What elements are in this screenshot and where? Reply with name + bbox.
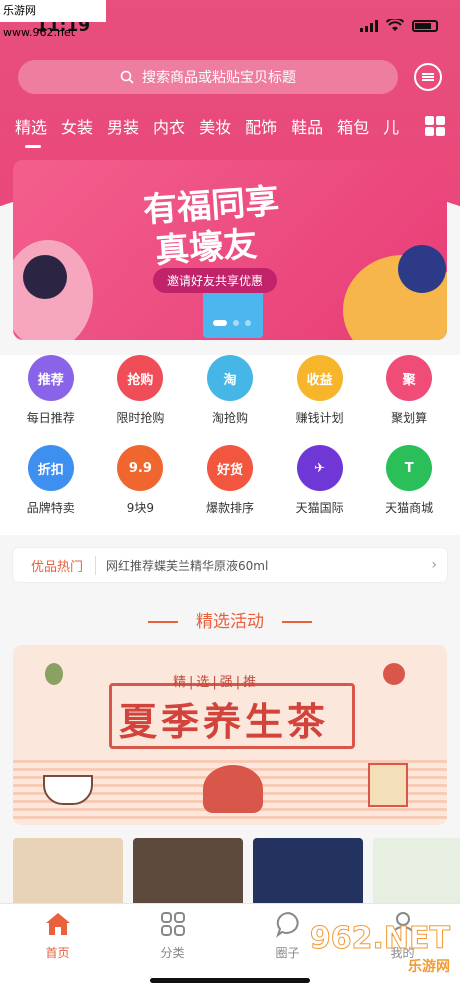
- shortcut-grid: 推荐 每日推荐 抢购 限时抢购淘淘抢购 收益 赚钱计划聚聚划算 折扣 品牌特卖 9.9 9块9 好…: [0, 355, 460, 535]
- search-icon: [120, 70, 134, 84]
- shortcut-label: 赚钱计划: [295, 411, 344, 425]
- product-thumbnail[interactable]: [253, 838, 363, 908]
- section-divider: [282, 621, 312, 623]
- chevron-right-icon: ›: [431, 557, 437, 573]
- site-watermark: 乐游网 www.962.net: [0, 0, 106, 39]
- status-icons: [360, 19, 438, 32]
- home-icon: [45, 913, 70, 935]
- category-tab[interactable]: 女装: [61, 114, 93, 138]
- message-icon: [422, 72, 434, 82]
- category-tabs: 精选 女装 男装 内衣 美妆 配饰 鞋品 箱包 儿: [15, 114, 413, 138]
- shortcut-icon: 聚: [386, 355, 433, 401]
- chat-bubble-icon: [275, 911, 299, 938]
- shortcut-icon: 收益: [296, 355, 343, 401]
- signal-icon: [360, 19, 378, 32]
- product-thumbnail[interactable]: [13, 838, 123, 908]
- tab-label: 首页: [45, 946, 70, 960]
- search-placeholder: 搜索商品或粘贴宝贝标题: [142, 70, 296, 86]
- teacup-icon: [43, 775, 93, 805]
- product-thumbnail[interactable]: [373, 838, 460, 908]
- category-icon: [160, 912, 185, 936]
- message-button[interactable]: [414, 63, 442, 91]
- category-tab[interactable]: 精选: [15, 114, 47, 138]
- shortcut-item[interactable]: 抢购 限时抢购: [100, 355, 180, 445]
- logo-text: 962.NET: [309, 921, 450, 957]
- category-tab[interactable]: 配饰: [245, 114, 277, 138]
- category-grid-icon[interactable]: [425, 116, 445, 136]
- tab-label: 圈子: [275, 946, 300, 960]
- hot-ticker[interactable]: 优品热门 网红推荐蝶芙兰精华原液60ml ›: [13, 548, 447, 582]
- teapot-icon: [203, 765, 263, 813]
- logo-subtext: 乐游网: [408, 959, 450, 975]
- shortcut-icon: 抢购: [117, 355, 164, 401]
- category-tab[interactable]: 儿: [383, 114, 399, 138]
- shortcut-label: 每日推荐: [26, 411, 75, 425]
- shortcut-item[interactable]: 推荐 每日推荐: [11, 355, 91, 445]
- tea-bag-icon: [368, 763, 408, 807]
- banner-title: 真壕友: [153, 224, 259, 272]
- category-tab[interactable]: 鞋品: [291, 114, 323, 138]
- shortcut-row: 折扣品牌特卖 9.9 9块9 好货爆款排序 ✈ 天猫国际 T 天猫商城: [0, 445, 460, 535]
- category-tab[interactable]: 男装: [107, 114, 139, 138]
- carousel-dots: [213, 320, 251, 326]
- tab-label: 分类: [160, 946, 185, 960]
- shortcut-label: 限时抢购: [116, 411, 165, 425]
- promo-banner[interactable]: 有福同享 真壕友 邀请好友共享优惠: [13, 160, 447, 340]
- shortcut-icon: 推荐: [27, 355, 74, 401]
- banner-pill: 邀请好友共享优惠: [153, 268, 278, 293]
- flower-icon: [383, 663, 405, 685]
- category-tab[interactable]: 箱包: [337, 114, 369, 138]
- shortcut-row: 推荐 每日推荐 抢购 限时抢购淘淘抢购 收益 赚钱计划聚聚划算: [0, 355, 460, 445]
- shortcut-item[interactable]: 聚聚划算: [369, 355, 449, 445]
- product-thumbnail[interactable]: [133, 838, 243, 908]
- tab-home[interactable]: 首页: [0, 904, 115, 996]
- shortcut-icon: ✈: [296, 445, 343, 491]
- shortcut-item[interactable]: T 天猫商城: [369, 445, 449, 535]
- shortcut-item[interactable]: 收益 赚钱计划: [280, 355, 360, 445]
- banner-illustration: [398, 245, 446, 293]
- wifi-icon: [386, 19, 404, 31]
- banner-illustration: [23, 255, 67, 299]
- active-tab-indicator: [25, 145, 41, 148]
- activity-banner[interactable]: 精|选|强|推 夏季养生茶: [13, 645, 447, 825]
- hot-text: 网红推荐蝶芙兰精华原液60ml: [106, 558, 269, 573]
- shortcut-label: 品牌特卖: [26, 501, 75, 515]
- gift-box-icon: [203, 288, 263, 338]
- shortcut-icon: 折扣: [27, 445, 74, 491]
- category-tab[interactable]: 内衣: [153, 114, 185, 138]
- shortcut-label: 天猫国际: [295, 501, 344, 515]
- product-row: [13, 838, 460, 908]
- shortcut-item[interactable]: 好货 爆款排序: [190, 445, 270, 535]
- hot-tag: 优品热门: [13, 555, 97, 575]
- home-indicator: [150, 978, 310, 983]
- category-tab[interactable]: 美妆: [199, 114, 231, 138]
- shortcut-icon: 好货: [206, 445, 253, 491]
- activity-title: 夏季养生茶: [119, 699, 330, 744]
- shortcut-label: 天猫商城: [385, 501, 434, 515]
- shortcut-label: 爆款排序: [205, 501, 254, 515]
- battery-icon: [412, 19, 438, 32]
- shortcut-icon: 淘: [206, 355, 253, 401]
- shortcut-label: 9块9: [126, 501, 155, 515]
- search-input[interactable]: 搜索商品或粘贴宝贝标题: [18, 60, 398, 94]
- app-screen: 乐游网 www.962.net 11:19 搜索商品或粘贴宝贝标题 精选 女装 …: [0, 0, 460, 996]
- shortcut-item[interactable]: 折扣 品牌特卖: [11, 445, 91, 535]
- site-logo-watermark: 962.NET 乐游网: [309, 921, 450, 976]
- leaf-icon: [45, 663, 63, 685]
- shortcut-icon: 9.9: [117, 445, 164, 491]
- shortcut-item[interactable]: ✈ 天猫国际: [280, 445, 360, 535]
- shortcut-label: 聚划算: [391, 411, 428, 425]
- shortcut-item[interactable]: 淘淘抢购: [190, 355, 270, 445]
- shortcut-item[interactable]: 9.9 9块9: [100, 445, 180, 535]
- section-title: 精选活动: [196, 612, 264, 632]
- activity-subtitle: 精|选|强|推: [173, 675, 260, 690]
- shortcut-icon: T: [386, 445, 433, 491]
- shortcut-label: 淘抢购: [211, 411, 248, 425]
